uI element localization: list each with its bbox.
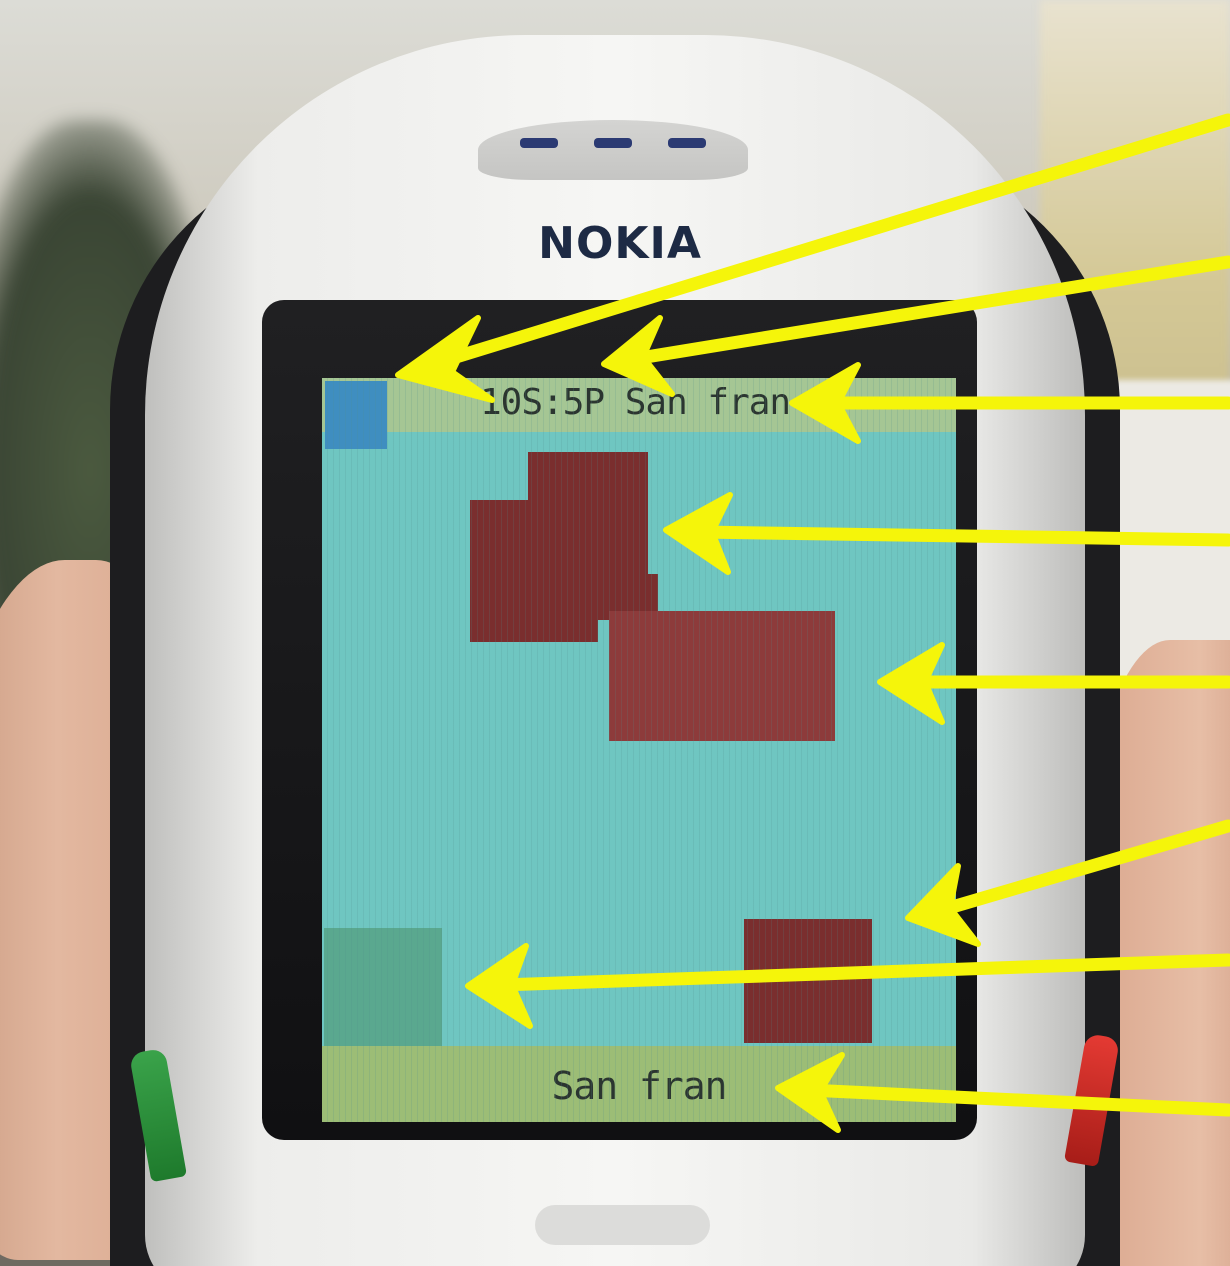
arrow-block-middle — [877, 642, 1230, 725]
photo-scene: NOKIA 10S:5P San fran San fran — [0, 0, 1230, 1266]
arrow-screen-area — [905, 819, 1230, 947]
arrow-block-top — [663, 492, 1230, 575]
arrow-status-text — [789, 362, 1230, 444]
annotation-arrows — [395, 113, 1230, 1133]
arrow-indicator-square — [395, 113, 1230, 403]
arrow-bottom-text — [775, 1052, 1230, 1133]
arrow-green-tile — [465, 943, 1230, 1029]
